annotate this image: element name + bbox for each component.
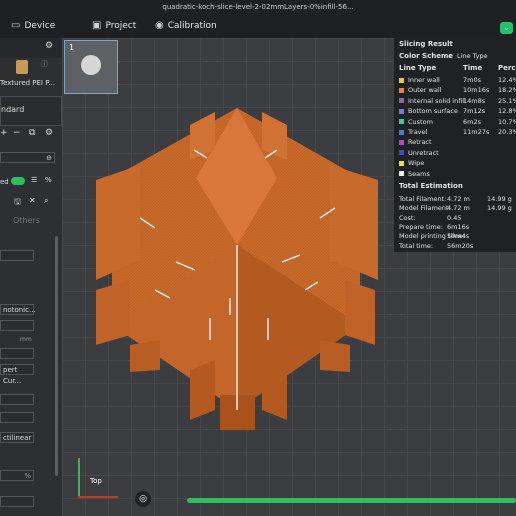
legend-row-name: Unretract [408,148,439,157]
layer-slider-progress[interactable] [187,498,516,503]
legend-row[interactable]: Unretract [399,149,516,159]
estimation-value-2: 14.99 g [487,204,512,213]
estimation-title: Total Estimation [399,182,463,190]
legend-swatch [399,160,404,166]
legend-row-percent: 12.4% [498,76,516,84]
legend-row-name: Inner wall [408,76,440,84]
legend-row[interactable]: Retract [399,138,516,148]
legend-row-name: Outer wall [408,86,442,95]
estimation-label: Total Filament: [399,195,447,203]
legend-row[interactable]: Seams [399,170,516,180]
legend-header-row: Line Type Time Percen [399,64,516,74]
legend-row-name: Seams [408,169,430,178]
legend-row-time: 7m12s [463,107,486,116]
legend-row-name: Bottom surface [408,107,458,116]
legend-row[interactable]: Custom 6m2s 10.7% [399,118,516,128]
legend-swatch [399,77,404,83]
plate-thumbnail[interactable]: 1 [64,40,118,94]
legend-swatch [399,129,404,135]
estimation-row: Total time: 56m20s [399,242,516,252]
estimation-label: Cost: [399,213,416,222]
estimation-label: Total time: [399,241,434,250]
legend-swatch [399,119,404,125]
estimation-value-1: 4.72 m [447,204,470,213]
slicing-result-panel: Slicing Result Color Scheme ⌄ Line Type … [394,37,516,252]
legend-row[interactable]: Internal solid infill14m8s 25.1% [399,97,516,107]
legend-row-time: 6m2s [463,117,481,126]
legend-row-time: 7m0s [463,76,481,84]
legend-row[interactable]: Inner wall 7m0s 12.4% [399,76,516,86]
legend-row-percent: 10.7% [498,117,516,126]
legend-row-name: Custom [408,117,433,126]
legend-header-type: Line Type [399,64,437,72]
legend-header-percent: Percen [498,64,516,72]
legend-row-time: 10m16s [463,86,490,95]
legend-swatch [399,108,404,114]
legend-row-name: Travel [408,128,428,136]
legend-header-time: Time [463,64,483,72]
legend-row-name: Retract [408,138,432,147]
legend-swatch [399,87,404,93]
estimation-value-1: 0.45 [447,213,462,222]
legend-swatch [399,171,404,177]
legend-row-percent: 25.1% [498,96,516,105]
legend-row[interactable]: Bottom surface 7m12s 12.8% [399,107,516,117]
thumbnail-model [81,55,101,75]
plate-number: 1 [69,43,75,52]
x-axis-indicator [78,496,118,498]
view-label: Top [90,477,102,485]
color-scheme-chevron-icon: ⌄ [447,52,453,60]
legend-row[interactable]: Travel 11m27s 20.3% [399,128,516,138]
color-scheme-value: Line Type [457,52,488,60]
estimation-value-1: 50m4s [447,232,470,241]
legend-row-time: 11m27s [463,128,490,136]
estimation-value-1: 56m20s [447,241,474,250]
estimation-label: Prepare time: [399,222,443,231]
legend-row[interactable]: Outer wall 10m16s 18.2% [399,86,516,96]
legend-title: Slicing Result [399,40,453,48]
legend-row-percent: 12.8% [498,107,516,116]
legend-row-percent: 20.3% [498,128,516,136]
legend-swatch [399,98,404,104]
legend-row[interactable]: Wipe [399,159,516,169]
estimation-value-1: 4.72 m [447,195,470,203]
legend-row-name: Internal solid infill [408,96,466,105]
legend-row-name: Wipe [408,159,425,168]
recenter-view-icon[interactable]: ◎ [135,491,151,507]
legend-row-percent: 18.2% [498,86,516,95]
estimation-value-1: 6m16s [447,222,470,231]
y-axis-indicator [78,458,80,498]
legend-swatch [399,150,404,156]
estimation-value-2: 14.99 g [487,195,512,203]
legend-swatch [399,139,404,145]
legend-row-time: 14m8s [463,96,486,105]
estimation-label: Model Filament: [399,204,451,213]
color-scheme-label: Color Scheme [399,52,454,60]
color-scheme-row[interactable]: Color Scheme ⌄ Line Type [399,52,516,62]
